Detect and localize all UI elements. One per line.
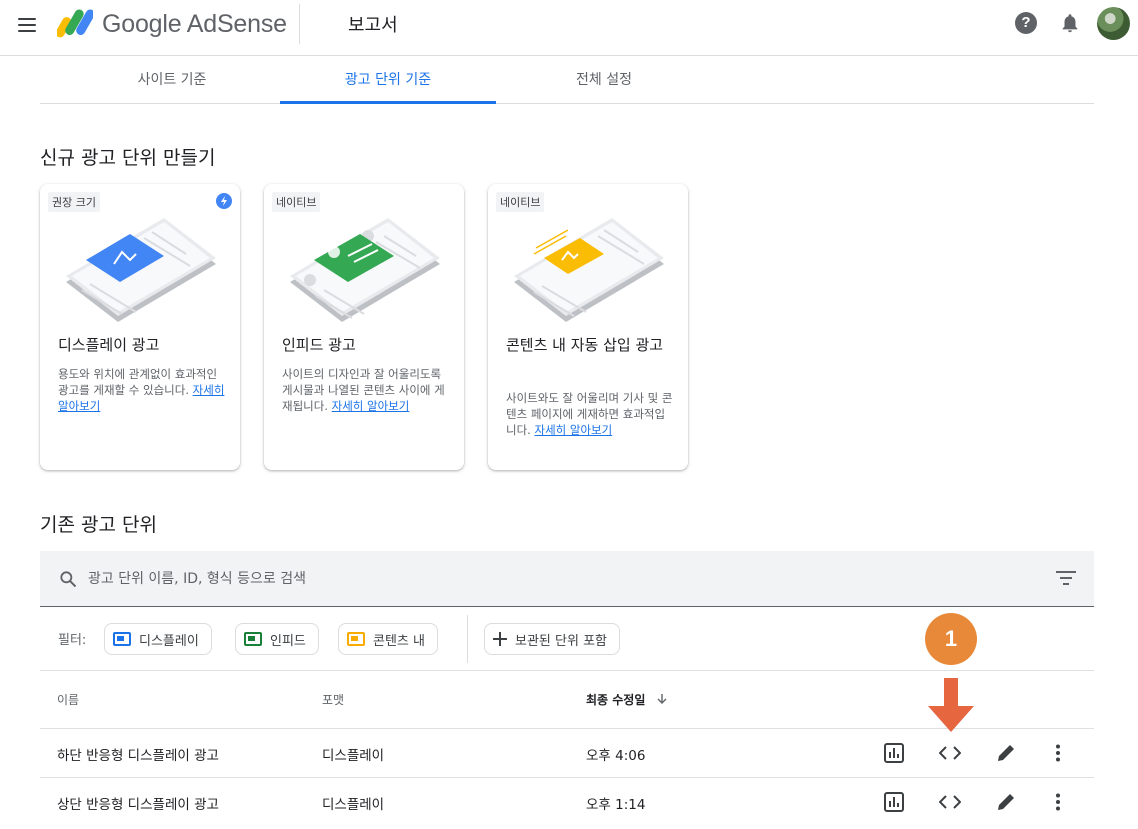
arrow-down-icon [657,694,667,704]
menu-icon[interactable] [12,10,42,40]
help-icon[interactable]: ? [1015,12,1037,34]
inarticle-ad-card[interactable]: 네이티브 콘텐츠 내 자동 삽입 광고 사이트와도 잘 어울리며 기사 및 콘텐… [488,184,688,470]
brand-name: Google AdSense [102,10,287,38]
inarticle-format-icon [347,632,365,646]
search-icon [60,571,77,588]
include-archived-chip[interactable]: 보관된 단위 포함 [484,623,620,655]
filter-chip-display[interactable]: 디스플레이 [104,623,212,655]
filter-label: 필터: [58,633,87,648]
plus-icon [493,632,507,646]
tab-site[interactable]: 사이트 기준 [64,56,280,103]
report-icon[interactable] [882,741,906,765]
create-section-title: 신규 광고 단위 만들기 [40,147,216,169]
bell-icon[interactable] [1059,12,1081,34]
tab-ad-unit[interactable]: 광고 단위 기준 [280,56,496,104]
unit-format: 디스플레이 [322,797,385,813]
search-input[interactable] [88,565,888,593]
edit-icon[interactable] [994,741,1018,765]
filter-chip-infeed[interactable]: 인피드 [235,623,319,655]
card-description: 사이트와도 잘 어울리며 기사 및 콘텐츠 페이지에 게재하면 효과적입니다. … [506,391,673,437]
tab-global-settings[interactable]: 전체 설정 [496,56,712,103]
display-ad-illustration [66,218,216,322]
avatar[interactable] [1097,7,1130,40]
code-icon[interactable] [938,790,962,814]
column-format[interactable]: 포맷 [322,691,344,708]
card-title: 디스플레이 광고 [58,336,160,354]
filter-chip-inarticle[interactable]: 콘텐츠 내 [338,623,438,655]
card-tag: 네이티브 [496,192,545,212]
table-row: 하단 반응형 디스플레이 광고 디스플레이 오후 4:06 [40,728,1094,777]
filter-divider [467,615,468,663]
search-bar [40,551,1094,607]
header-divider [299,4,300,44]
table-row: 상단 반응형 디스플레이 광고 디스플레이 오후 1:14 [40,777,1094,826]
report-tabs: 사이트 기준 광고 단위 기준 전체 설정 [40,56,1094,104]
filter-list-icon[interactable] [1056,571,1076,585]
display-ad-card[interactable]: 권장 크기 디스플레이 광고 용도와 위치에 관계없이 효과적인 광고를 게재할… [40,184,240,470]
report-icon[interactable] [882,790,906,814]
infeed-ad-illustration [290,218,440,322]
column-modified[interactable]: 최종 수정일 [586,691,668,708]
card-description: 용도와 위치에 관계없이 효과적인 광고를 게재할 수 있습니다. 자세히 알아… [58,367,225,413]
card-tag: 권장 크기 [48,192,100,212]
edit-icon[interactable] [994,790,1018,814]
infeed-ad-card[interactable]: 네이티브 인피드 광고 사이트의 디자인과 잘 어울리도록 게시물과 나열된 콘… [264,184,464,470]
unit-name[interactable]: 상단 반응형 디스플레이 광고 [57,793,219,813]
learn-more-link[interactable]: 자세히 알아보기 [332,399,410,413]
more-icon[interactable] [1046,741,1070,765]
unit-modified: 오후 4:06 [586,748,646,764]
page-title: 보고서 [348,15,398,36]
step-badge: 1 [925,613,977,665]
bolt-icon [216,193,232,209]
infeed-format-icon [244,632,262,646]
more-icon[interactable] [1046,790,1070,814]
existing-section-title: 기존 광고 단위 [40,514,157,536]
column-name[interactable]: 이름 [57,691,79,708]
app-header: Google AdSense 보고서 ? [0,0,1138,56]
card-description: 사이트의 디자인과 잘 어울리도록 게시물과 나열된 콘텐츠 사이에 게재됩니다… [282,367,445,413]
display-format-icon [113,632,131,646]
unit-format: 디스플레이 [322,748,385,764]
card-title: 콘텐츠 내 자동 삽입 광고 [506,336,664,354]
unit-name[interactable]: 하단 반응형 디스플레이 광고 [57,744,219,764]
learn-more-link[interactable]: 자세히 알아보기 [534,423,612,437]
annotation-arrow-icon [928,678,974,732]
card-title: 인피드 광고 [282,336,356,354]
adsense-logo [57,9,93,38]
unit-modified: 오후 1:14 [586,797,646,813]
inarticle-ad-illustration [514,218,664,322]
card-tag: 네이티브 [272,192,321,212]
code-icon[interactable] [938,741,962,765]
